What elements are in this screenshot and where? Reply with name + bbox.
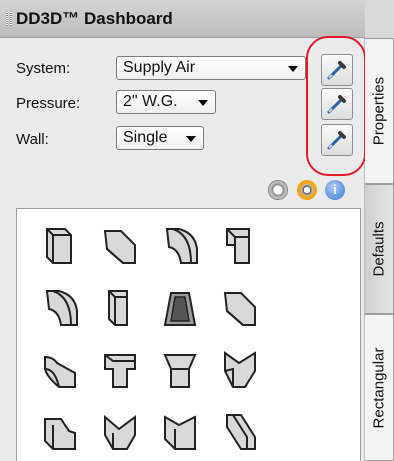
- info-icon[interactable]: i: [325, 180, 345, 200]
- drag-grip[interactable]: [6, 12, 8, 26]
- disc-icon[interactable]: [268, 180, 288, 200]
- chevron-down-icon: [198, 100, 208, 106]
- wall-value: Single: [123, 129, 168, 146]
- tab-label: Rectangular: [370, 347, 388, 428]
- system-label: System:: [16, 60, 71, 77]
- chevron-down-icon: [186, 136, 196, 142]
- tab-label: Defaults: [370, 221, 388, 277]
- fittings-palette: [16, 208, 361, 461]
- fitting-elbow-radius-icon[interactable]: [157, 223, 203, 269]
- side-tabs: Properties Defaults Rectangular: [365, 0, 394, 461]
- fitting-elbow-45-icon[interactable]: [97, 223, 143, 269]
- drag-grip[interactable]: [10, 12, 12, 26]
- tab-rectangular[interactable]: Rectangular: [365, 314, 394, 461]
- system-dropdown[interactable]: Supply Air: [116, 56, 306, 80]
- eyedropper-icon: [327, 131, 346, 150]
- title-bar[interactable]: DD3D™ Dashboard: [0, 0, 365, 38]
- wall-pick-button[interactable]: [321, 124, 353, 156]
- tab-label: Properties: [370, 76, 388, 146]
- pressure-value: 2" W.G.: [123, 93, 178, 110]
- pressure-pick-button[interactable]: [321, 88, 353, 120]
- fitting-elbow-radius-icon[interactable]: [37, 285, 83, 331]
- system-value: Supply Air: [123, 59, 196, 76]
- eyedropper-icon: [327, 61, 346, 80]
- fitting-elbow-90-icon[interactable]: [217, 223, 263, 269]
- chevron-down-icon: [288, 66, 298, 72]
- wall-dropdown[interactable]: Single: [116, 126, 204, 150]
- fitting-tee-angled-icon[interactable]: [157, 409, 203, 455]
- tab-defaults[interactable]: Defaults: [365, 184, 394, 314]
- pressure-dropdown[interactable]: 2" W.G.: [116, 90, 216, 114]
- fitting-wye-split-icon[interactable]: [97, 409, 143, 455]
- eyedropper-icon: [327, 95, 346, 114]
- fitting-elbow-45-icon[interactable]: [217, 285, 263, 331]
- tab-properties[interactable]: Properties: [365, 38, 394, 184]
- panel-title: DD3D™ Dashboard: [16, 9, 173, 28]
- system-pick-button[interactable]: [321, 54, 353, 86]
- fitting-tee-square-icon[interactable]: [157, 347, 203, 393]
- fitting-offset-icon[interactable]: [97, 285, 143, 331]
- fitting-hood-icon[interactable]: [157, 285, 203, 331]
- fitting-tee-notch-icon[interactable]: [37, 409, 83, 455]
- wall-label: Wall:: [16, 131, 49, 148]
- fitting-wye-icon[interactable]: [217, 347, 263, 393]
- fitting-offset-long-icon[interactable]: [217, 409, 263, 455]
- fitting-straight-icon[interactable]: [37, 223, 83, 269]
- dashboard-panel: DD3D™ Dashboard System: Supply Air Press…: [0, 0, 366, 461]
- fitting-tee-icon[interactable]: [97, 347, 143, 393]
- pressure-label: Pressure:: [16, 95, 81, 112]
- ring-icon[interactable]: [297, 180, 317, 200]
- fitting-tee-radius-icon[interactable]: [37, 347, 83, 393]
